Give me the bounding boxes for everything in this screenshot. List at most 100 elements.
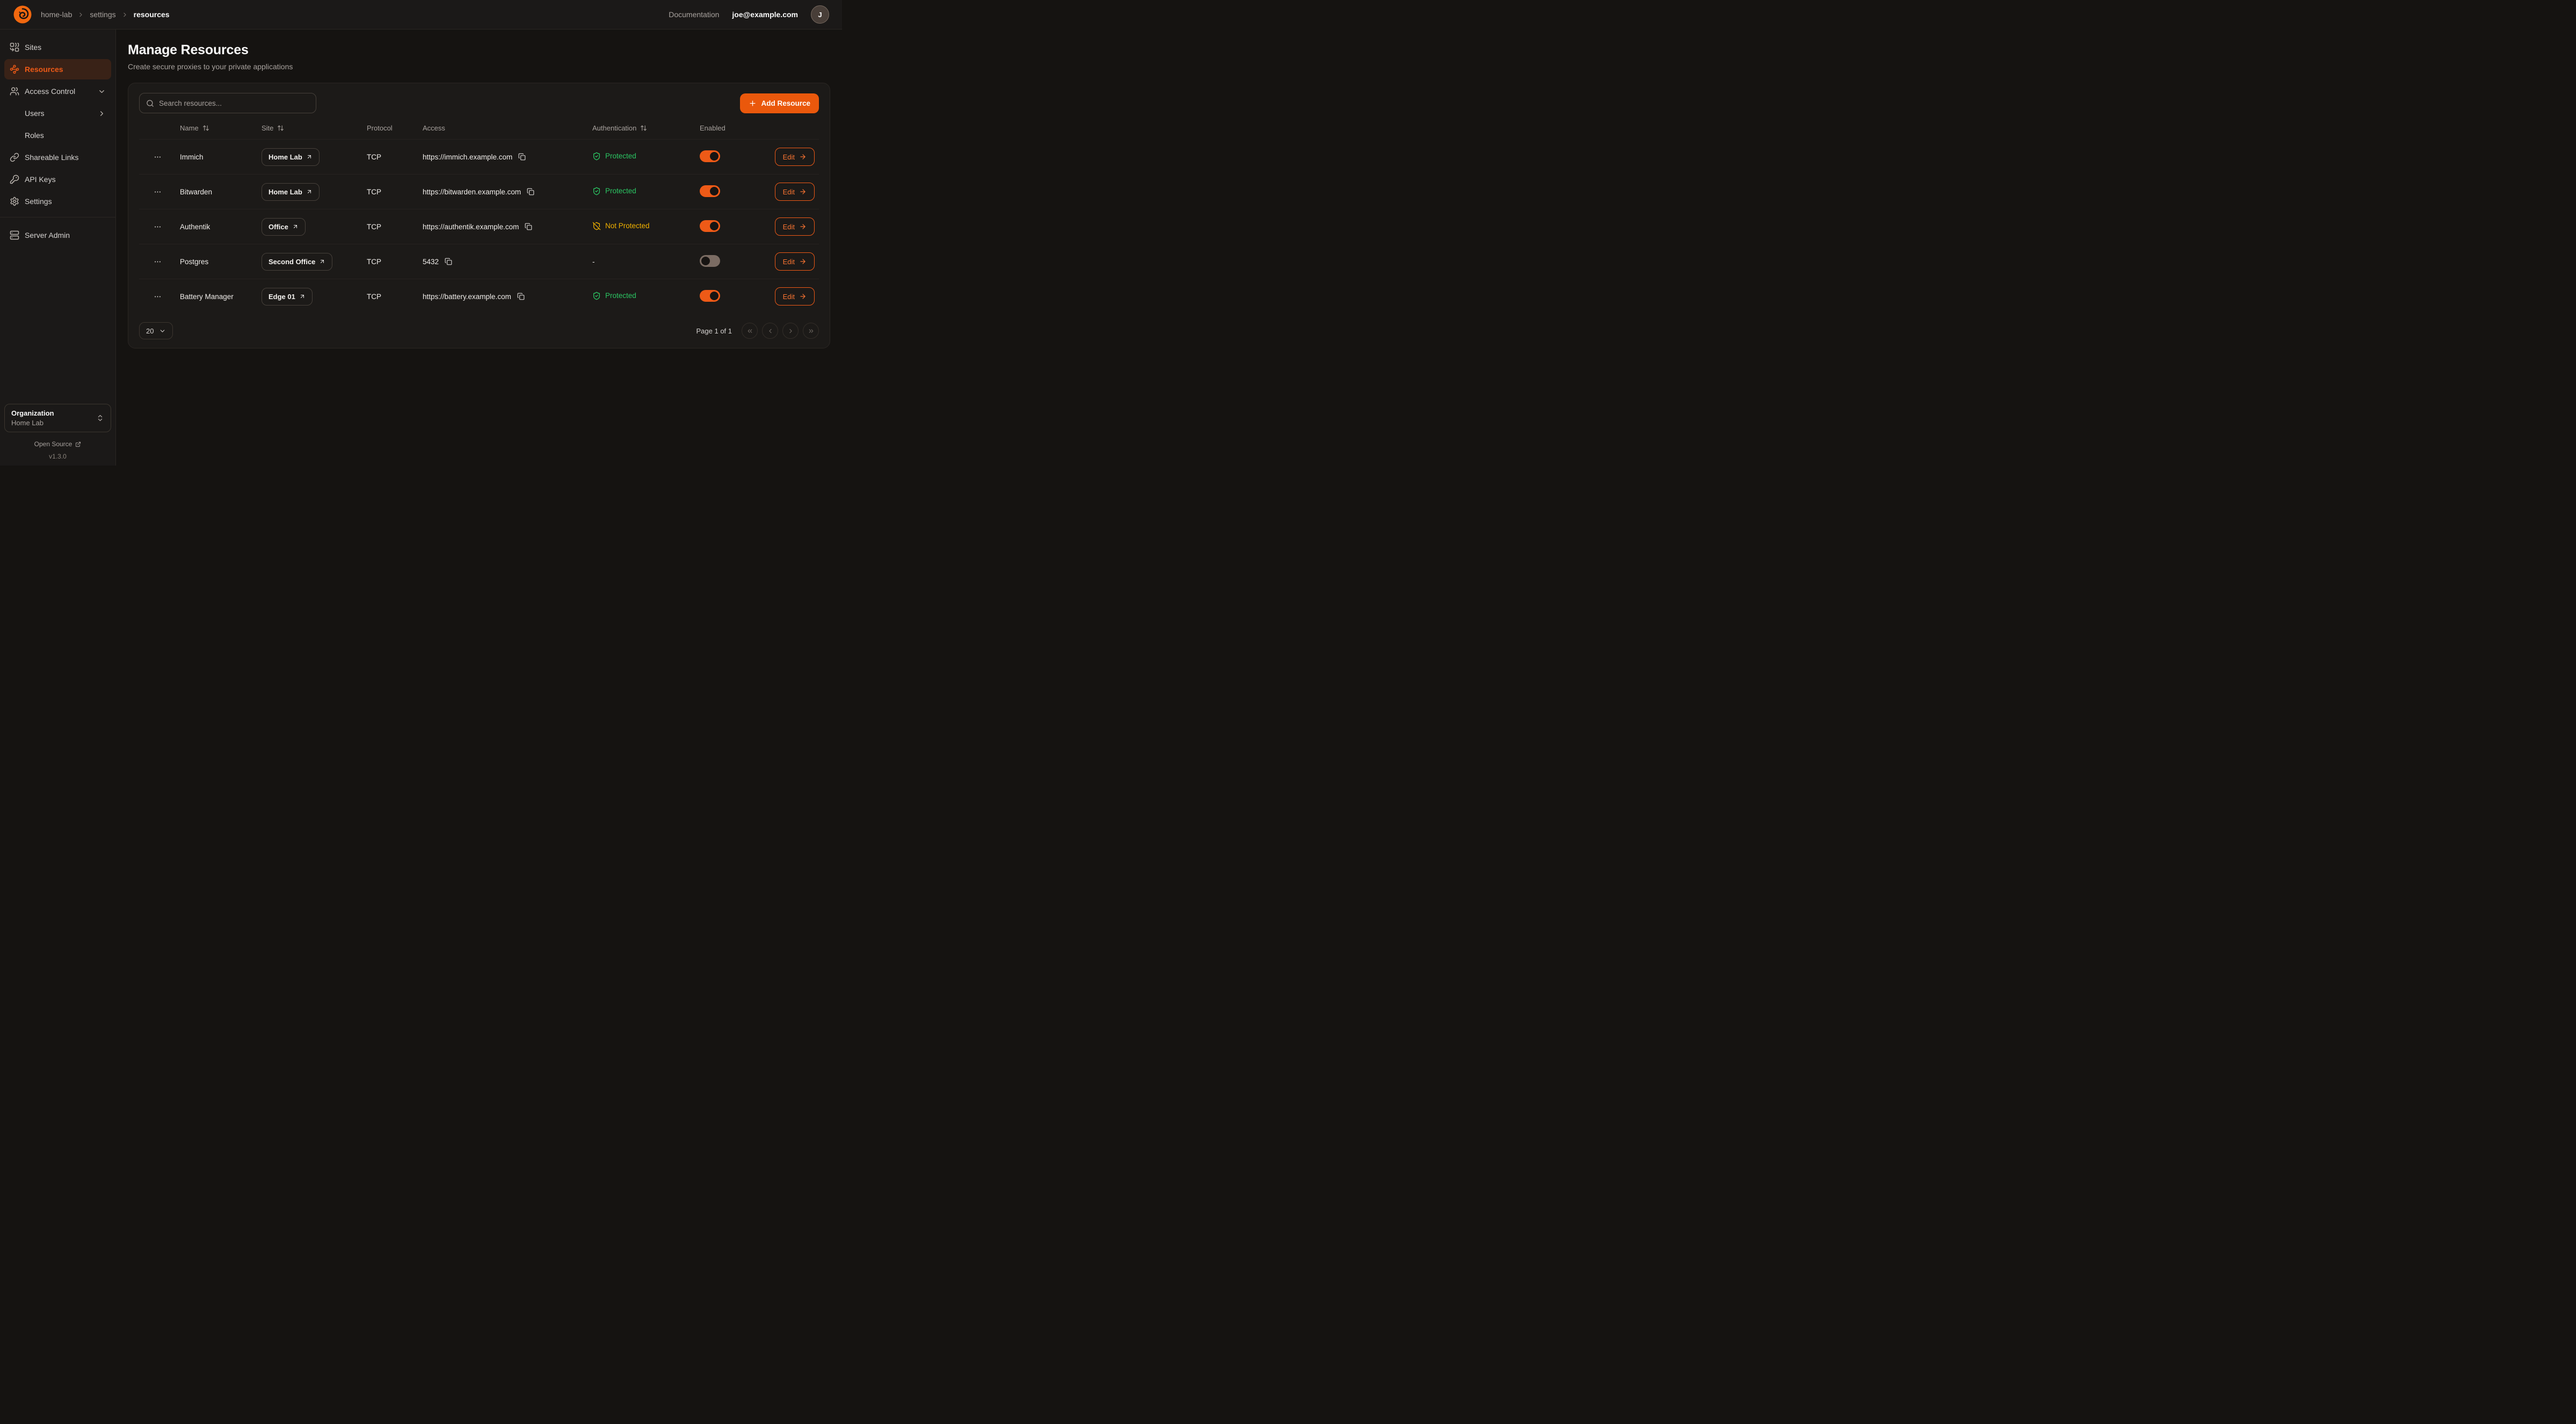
auth-badge: Protected [592,187,636,195]
arrow-up-right-icon [299,293,306,300]
users-icon [10,86,19,96]
auth-badge: Not Protected [592,222,650,230]
edit-button[interactable]: Edit [775,217,815,236]
copy-button[interactable] [526,187,535,197]
page-size-select[interactable]: 20 [139,322,173,339]
row-access: 5432 [423,258,439,266]
shell: Sites Resources Access Control [0,30,842,466]
table-row: Bitwarden Home Lab TCP https://bitwarden… [139,175,819,209]
edit-button[interactable]: Edit [775,252,815,271]
row-menu-button[interactable] [151,256,164,268]
row-menu-button[interactable] [151,186,164,198]
table-row: Immich Home Lab TCP https://immich.examp… [139,140,819,175]
arrow-right-icon [799,258,807,265]
open-source-link[interactable]: Open Source [4,440,111,448]
key-icon [10,175,19,184]
breadcrumb: home-lab settings resources [41,10,170,19]
avatar[interactable]: J [811,5,829,24]
sidebar-item-settings[interactable]: Settings [4,191,111,212]
auth-badge: Protected [592,292,636,300]
column-authentication[interactable]: Authentication [592,117,700,140]
topbar: home-lab settings resources Documentatio… [0,0,842,30]
shield-check-icon [592,292,601,300]
sidebar-item-label: Sites [25,43,41,52]
sidebar-item-api-keys[interactable]: API Keys [4,169,111,190]
copy-icon [525,223,532,230]
edit-label: Edit [783,258,795,266]
column-name[interactable]: Name [180,117,262,140]
sidebar-item-roles[interactable]: Roles [4,125,111,146]
arrow-right-icon [799,153,807,161]
chevron-right-icon [121,11,128,18]
row-name: Postgres [180,258,208,266]
copy-icon [527,188,534,195]
site-link-button[interactable]: Home Lab [262,183,320,201]
last-page-button[interactable] [803,323,819,339]
chevron-left-icon [767,328,774,335]
shield-check-icon [592,152,601,161]
enabled-toggle[interactable] [700,255,720,267]
site-link-button[interactable]: Home Lab [262,148,320,166]
sidebar-item-label: Users [25,109,45,118]
ellipsis-icon [154,293,162,301]
edit-button[interactable]: Edit [775,148,815,166]
site-link-button[interactable]: Office [262,218,306,236]
external-link-icon [75,441,81,447]
copy-button[interactable] [524,222,533,231]
add-resource-button[interactable]: Add Resource [740,93,819,113]
table-toolbar: Add Resource [139,93,819,113]
documentation-link[interactable]: Documentation [669,10,719,19]
access-cell: 5432 [423,257,453,266]
copy-button[interactable] [517,152,527,162]
next-page-button[interactable] [782,323,799,339]
site-pill-label: Office [269,223,288,231]
organization-selector[interactable]: Organization Home Lab [4,404,111,432]
sidebar-item-access-control[interactable]: Access Control [4,81,111,101]
column-site[interactable]: Site [262,117,367,140]
sort-icon [640,125,647,132]
sidebar-item-resources[interactable]: Resources [4,59,111,79]
page-title: Manage Resources [128,42,830,58]
site-link-button[interactable]: Second Office [262,253,332,271]
first-page-button[interactable] [742,323,758,339]
copy-button[interactable] [444,257,453,266]
sort-icon [277,125,284,132]
enabled-toggle[interactable] [700,185,720,197]
sidebar-bottom: Organization Home Lab Open Source v1.3.0 [4,404,111,460]
sidebar-nav: Sites Resources Access Control [4,37,111,247]
copy-button[interactable] [516,292,526,301]
previous-page-button[interactable] [762,323,778,339]
breadcrumb-resources: resources [134,10,170,19]
row-menu-button[interactable] [151,221,164,233]
sidebar-item-shareable-links[interactable]: Shareable Links [4,147,111,168]
sidebar-item-users[interactable]: Users [4,103,111,123]
breadcrumb-settings[interactable]: settings [90,10,115,19]
table-header-row: Name Site Protocol Access [139,117,819,140]
row-menu-button[interactable] [151,290,164,303]
site-link-button[interactable]: Edge 01 [262,288,313,306]
access-cell: https://bitwarden.example.com [423,187,535,197]
column-label: Access [423,124,445,132]
column-label: Site [262,124,273,132]
enabled-toggle[interactable] [700,220,720,232]
search-input[interactable] [159,99,309,107]
user-email-menu[interactable]: joe@example.com [732,10,798,19]
row-protocol: TCP [367,153,381,161]
column-label: Authentication [592,124,636,132]
resources-card: Add Resource Name [128,83,830,348]
add-resource-label: Add Resource [761,99,810,107]
edit-button[interactable]: Edit [775,183,815,201]
sidebar-item-label: Resources [25,65,63,74]
column-label: Name [180,124,199,132]
enabled-toggle[interactable] [700,150,720,162]
sidebar-item-server-admin[interactable]: Server Admin [4,225,111,245]
chevrons-up-down-icon [96,414,104,422]
column-edit [768,117,819,140]
row-menu-button[interactable] [151,151,164,163]
edit-button[interactable]: Edit [775,287,815,306]
breadcrumb-home-lab[interactable]: home-lab [41,10,72,19]
enabled-toggle[interactable] [700,290,720,302]
sidebar-item-sites[interactable]: Sites [4,37,111,57]
plus-icon [749,99,757,107]
row-protocol: TCP [367,258,381,266]
